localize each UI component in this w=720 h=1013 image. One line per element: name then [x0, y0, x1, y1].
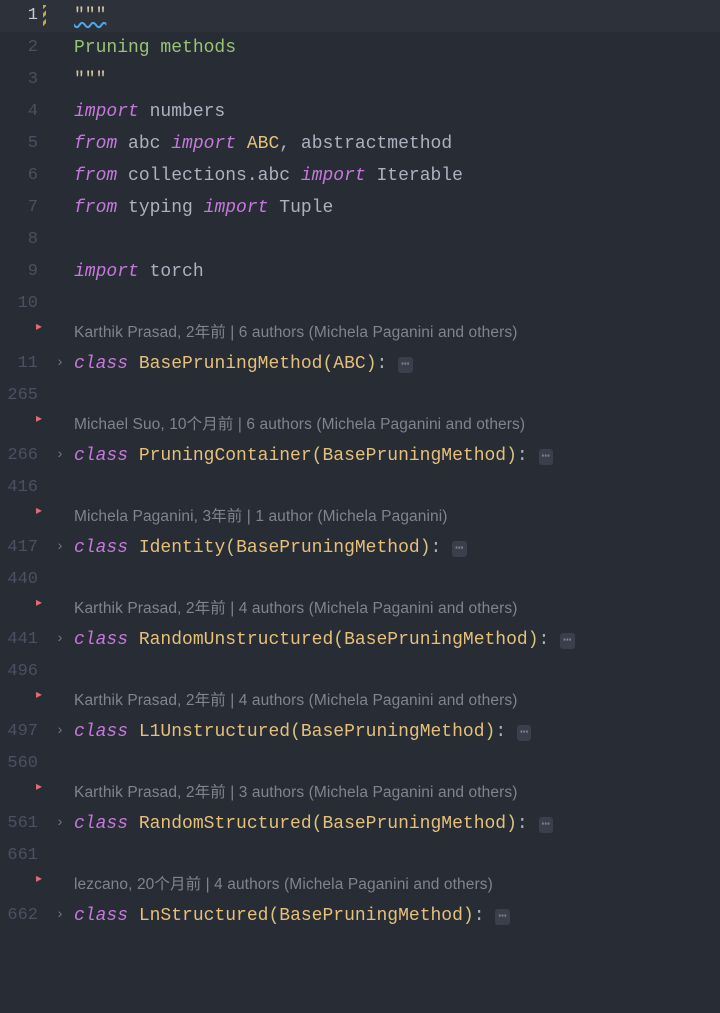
- codelens-text: Karthik Prasad, 2年前 | 4 authors (Michela…: [74, 688, 517, 714]
- fold-marker-icon: ▸: [36, 868, 42, 888]
- line-number: 2: [0, 34, 48, 63]
- line-number: 9: [0, 258, 48, 287]
- code-line[interactable]: 9 import torch: [0, 256, 720, 288]
- code-line[interactable]: 10: [0, 288, 720, 320]
- line-number: 560: [0, 750, 48, 779]
- fold-toggle[interactable]: ›: [48, 720, 72, 744]
- code-line[interactable]: 416: [0, 472, 720, 504]
- line-code: """: [72, 1, 720, 32]
- code-line[interactable]: 661: [0, 840, 720, 872]
- codelens-annotation[interactable]: ▸ Karthik Prasad, 2年前 | 4 authors (Miche…: [0, 688, 720, 716]
- code-line[interactable]: 1 """: [0, 0, 720, 32]
- fold-marker-icon: ▸: [36, 776, 42, 796]
- code-line[interactable]: 417 › class Identity(BasePruningMethod):…: [0, 532, 720, 564]
- codelens-text: lezcano, 20个月前 | 4 authors (Michela Paga…: [74, 872, 493, 898]
- folded-ellipsis-icon[interactable]: ⋯: [398, 357, 412, 373]
- code-line[interactable]: 3 """: [0, 64, 720, 96]
- line-number: 266: [0, 442, 48, 471]
- fold-toggle[interactable]: ›: [48, 536, 72, 560]
- code-line[interactable]: 2 Pruning methods: [0, 32, 720, 64]
- line-number: 441: [0, 626, 48, 655]
- line-number: 5: [0, 130, 48, 159]
- line-number: 497: [0, 718, 48, 747]
- codelens-annotation[interactable]: ▸ lezcano, 20个月前 | 4 authors (Michela Pa…: [0, 872, 720, 900]
- codelens-annotation[interactable]: ▸ Michela Paganini, 3年前 | 1 author (Mich…: [0, 504, 720, 532]
- line-number: 496: [0, 658, 48, 687]
- line-number: 3: [0, 66, 48, 95]
- code-line[interactable]: 266 › class PruningContainer(BasePruning…: [0, 440, 720, 472]
- fold-toggle[interactable]: ›: [48, 904, 72, 928]
- line-number: 561: [0, 810, 48, 839]
- folded-ellipsis-icon[interactable]: ⋯: [539, 817, 553, 833]
- line-number: 662: [0, 902, 48, 931]
- folded-ellipsis-icon[interactable]: ⋯: [452, 541, 466, 557]
- line-number: 661: [0, 842, 48, 871]
- line-number: 10: [0, 290, 48, 319]
- fold-marker-icon: ▸: [36, 684, 42, 704]
- line-number: 11: [0, 350, 48, 379]
- code-line[interactable]: 561 › class RandomStructured(BasePruning…: [0, 808, 720, 840]
- fold-marker-icon: ▸: [36, 500, 42, 520]
- code-line[interactable]: 6 from collections.abc import Iterable: [0, 160, 720, 192]
- code-line[interactable]: 441 › class RandomUnstructured(BasePruni…: [0, 624, 720, 656]
- line-number: 440: [0, 566, 48, 595]
- line-number: 7: [0, 194, 48, 223]
- codelens-annotation[interactable]: ▸ Karthik Prasad, 2年前 | 3 authors (Miche…: [0, 780, 720, 808]
- code-line[interactable]: 496: [0, 656, 720, 688]
- codelens-text: Karthik Prasad, 2年前 | 4 authors (Michela…: [74, 596, 517, 622]
- codelens-annotation[interactable]: ▸ Michael Suo, 10个月前 | 6 authors (Michel…: [0, 412, 720, 440]
- folded-ellipsis-icon[interactable]: ⋯: [560, 633, 574, 649]
- code-line[interactable]: 662 › class LnStructured(BasePruningMeth…: [0, 900, 720, 932]
- fold-toggle[interactable]: ›: [48, 812, 72, 836]
- code-editor[interactable]: 1 """ 2 Pruning methods 3 """ 4 import n…: [0, 0, 720, 932]
- code-line[interactable]: 497 › class L1Unstructured(BasePruningMe…: [0, 716, 720, 748]
- codelens-annotation[interactable]: ▸ Karthik Prasad, 2年前 | 6 authors (Miche…: [0, 320, 720, 348]
- gutter-modified-marker: [43, 5, 46, 28]
- fold-marker-icon: ▸: [36, 408, 42, 428]
- codelens-text: Michael Suo, 10个月前 | 6 authors (Michela …: [74, 412, 525, 438]
- codelens-text: Karthik Prasad, 2年前 | 3 authors (Michela…: [74, 780, 517, 806]
- line-number: 416: [0, 474, 48, 503]
- fold-toggle[interactable]: ›: [48, 444, 72, 468]
- codelens-text: Karthik Prasad, 2年前 | 6 authors (Michela…: [74, 320, 517, 346]
- folded-ellipsis-icon[interactable]: ⋯: [495, 909, 509, 925]
- code-line[interactable]: 5 from abc import ABC, abstractmethod: [0, 128, 720, 160]
- folded-ellipsis-icon[interactable]: ⋯: [539, 449, 553, 465]
- codelens-text: Michela Paganini, 3年前 | 1 author (Michel…: [74, 504, 448, 530]
- line-number: 4: [0, 98, 48, 127]
- code-line[interactable]: 4 import numbers: [0, 96, 720, 128]
- codelens-annotation[interactable]: ▸ Karthik Prasad, 2年前 | 4 authors (Miche…: [0, 596, 720, 624]
- fold-marker-icon: ▸: [36, 592, 42, 612]
- code-line[interactable]: 560: [0, 748, 720, 780]
- line-number: 417: [0, 534, 48, 563]
- code-line[interactable]: 8: [0, 224, 720, 256]
- line-number: 8: [0, 226, 48, 255]
- code-line[interactable]: 11 › class BasePruningMethod(ABC): ⋯: [0, 348, 720, 380]
- folded-ellipsis-icon[interactable]: ⋯: [517, 725, 531, 741]
- fold-toggle[interactable]: ›: [48, 352, 72, 376]
- line-number: 265: [0, 382, 48, 411]
- code-line[interactable]: 265: [0, 380, 720, 412]
- line-number: 6: [0, 162, 48, 191]
- code-line[interactable]: 440: [0, 564, 720, 596]
- line-number: 1: [0, 2, 48, 31]
- fold-toggle[interactable]: ›: [48, 628, 72, 652]
- code-line[interactable]: 7 from typing import Tuple: [0, 192, 720, 224]
- fold-marker-icon: ▸: [36, 316, 42, 336]
